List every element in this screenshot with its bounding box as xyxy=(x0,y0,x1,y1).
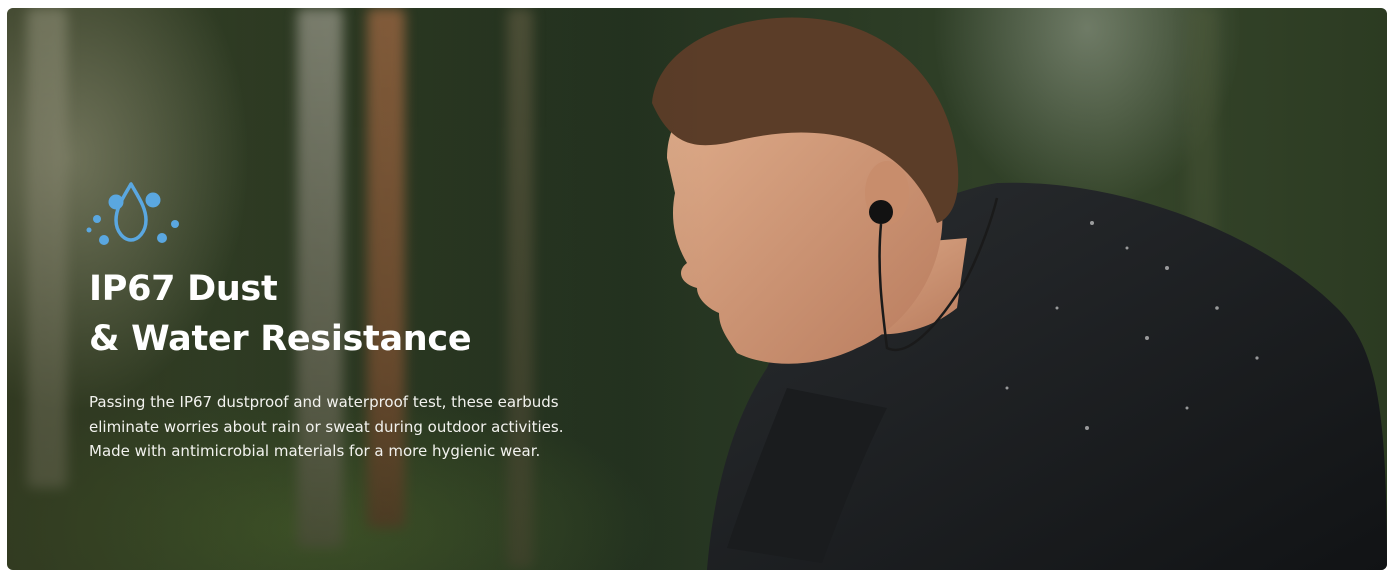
feature-description: Passing the IP67 dustproof and waterproo… xyxy=(89,393,564,460)
feature-title-line-1: IP67 Dust xyxy=(89,269,278,309)
feature-title-line-2: & Water Resistance xyxy=(89,319,472,359)
feature-title: IP67 Dust & Water Resistance xyxy=(89,264,609,364)
water-drop-icon xyxy=(86,182,179,245)
hero-banner: IP67 Dust & Water Resistance Passing the… xyxy=(7,8,1387,570)
feature-block: IP67 Dust & Water Resistance Passing the… xyxy=(86,178,609,464)
